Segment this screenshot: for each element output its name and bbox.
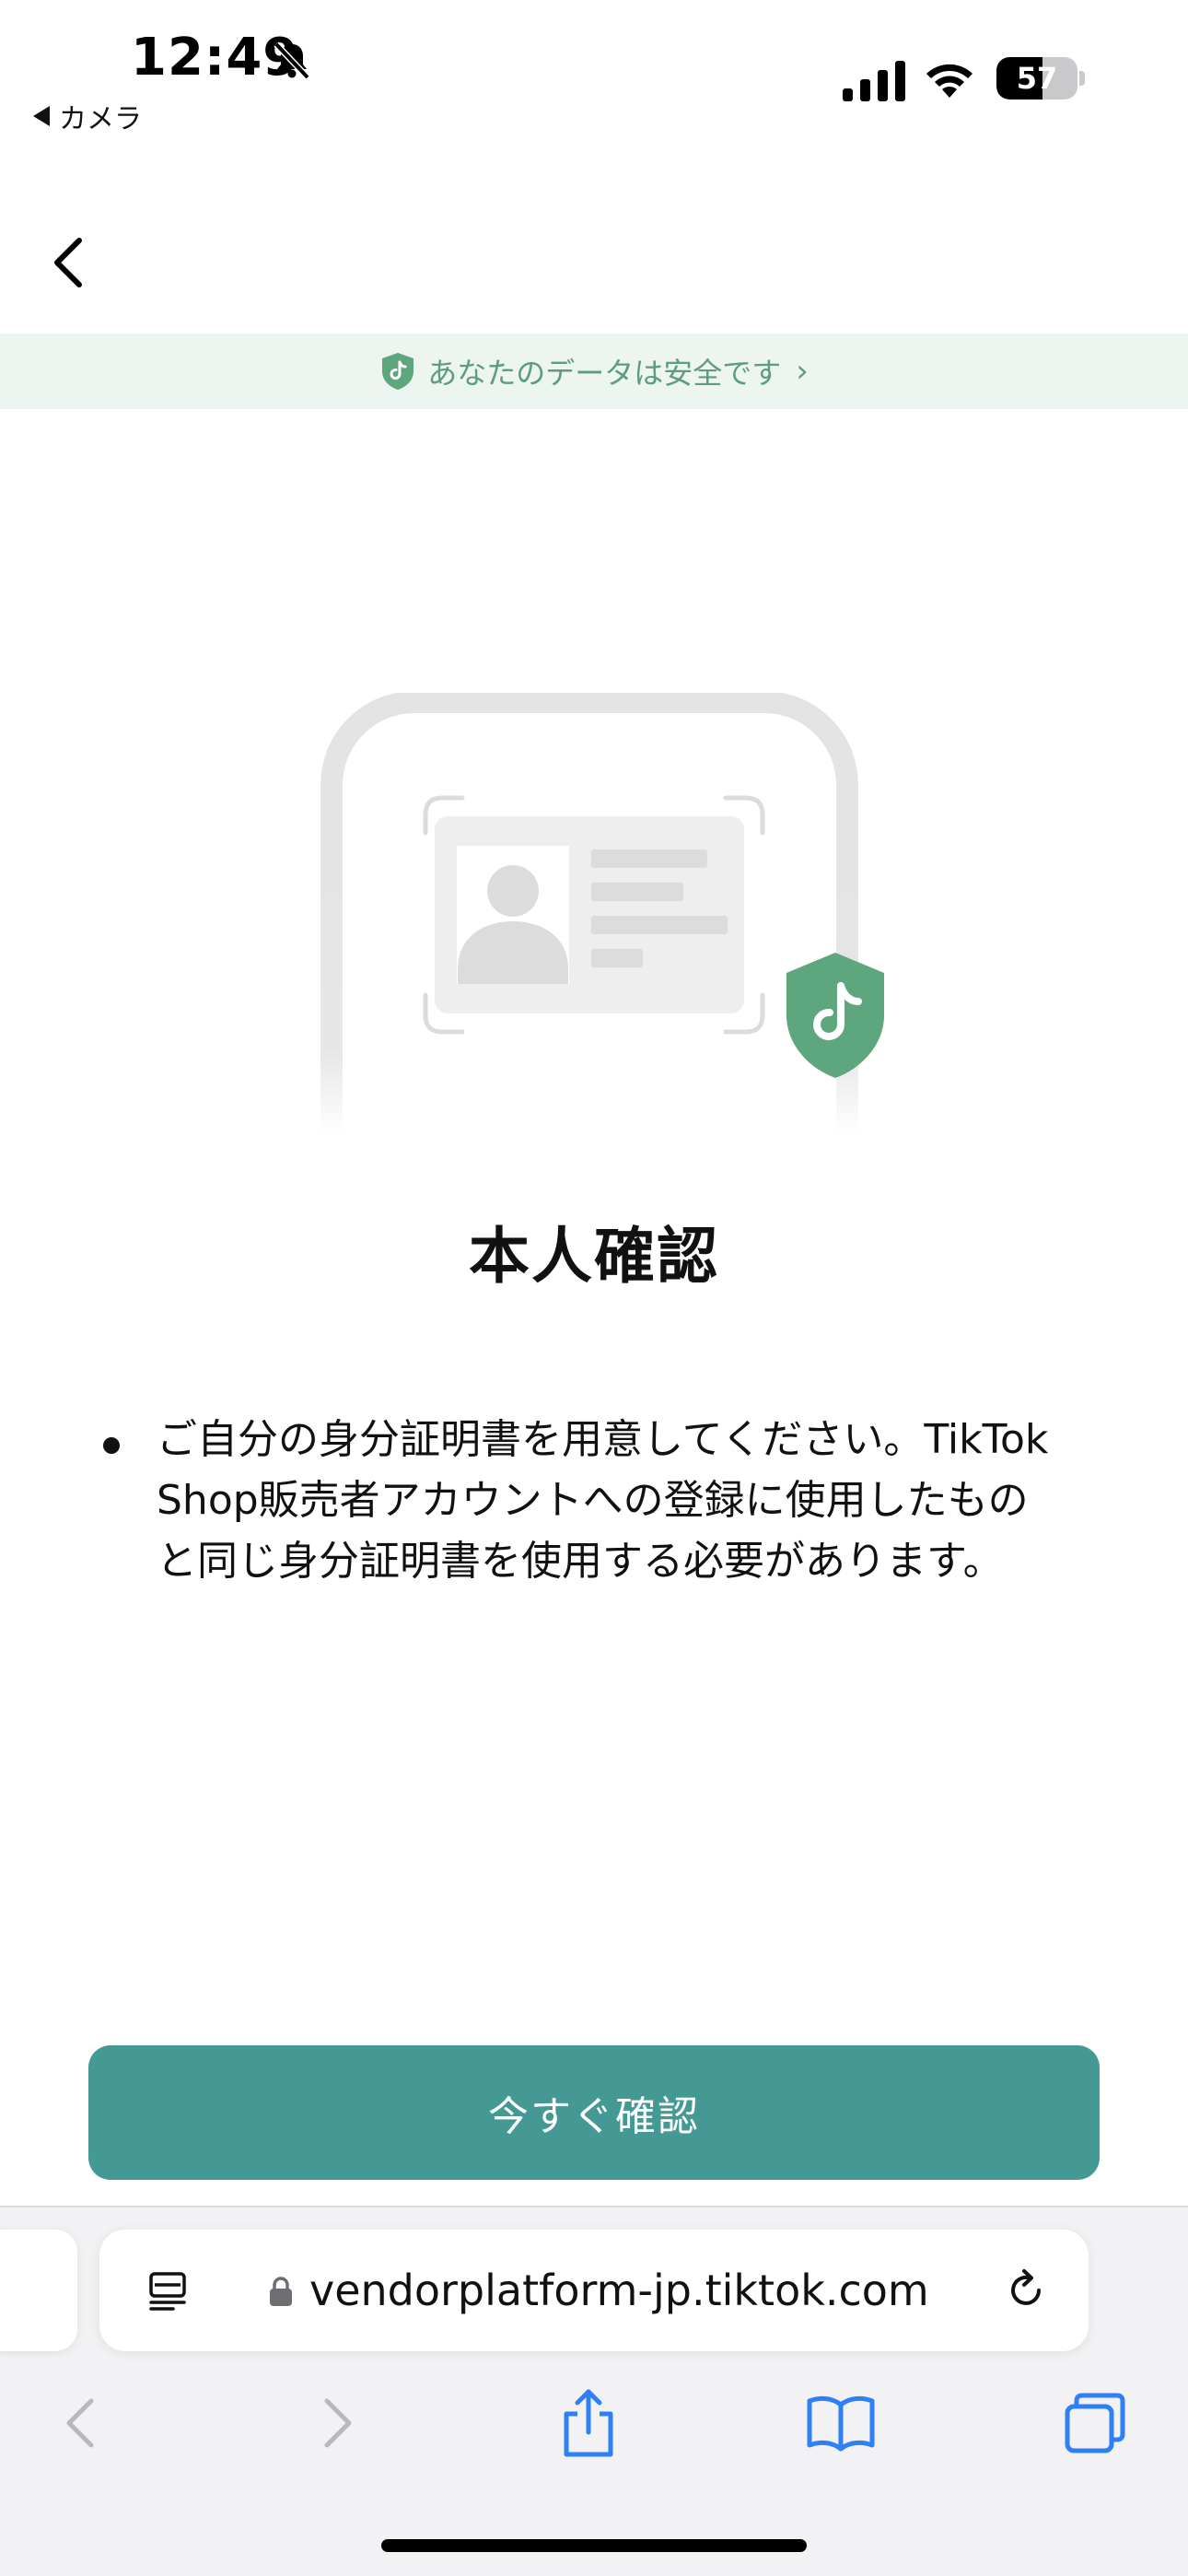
battery-level: 57 [1016,61,1058,96]
reader-icon[interactable] [147,2270,188,2311]
signal-icon [843,61,905,101]
bell-off-icon [274,41,310,80]
browser-toolbar [0,2377,1188,2469]
tabs-button[interactable] [1054,2377,1136,2469]
back-button[interactable] [41,228,96,297]
banner-chevron-icon: › [796,353,809,390]
share-button[interactable] [547,2377,630,2469]
page-title: 本人確認 [469,1221,719,1292]
reload-icon[interactable] [1002,2266,1050,2314]
instruction-text: ご自分の身分証明書を用意してください。TikTok Shop販売者アカウントへの… [157,1416,1049,1585]
share-icon [564,2389,613,2457]
chevron-left-icon [54,238,82,287]
url-text[interactable]: vendorplatform-jp.tiktok.com [309,2263,929,2318]
bookmarks-button[interactable] [799,2377,882,2469]
back-icon [66,2398,94,2448]
back-triangle-icon [33,106,50,126]
tabs-icon [1065,2393,1125,2453]
forward-icon [324,2398,352,2448]
bullet-icon [103,1437,120,1454]
home-indicator[interactable] [381,2539,807,2552]
bookmarks-icon [807,2395,875,2452]
id-verification-illustration [320,693,884,1135]
instruction-list-item: ご自分の身分証明書を用意してください。TikTok Shop販売者アカウントへの… [92,1410,1068,1592]
back-app-label: カメラ [59,103,142,135]
wifi-icon [926,64,973,98]
browser-back-button[interactable] [39,2377,122,2469]
shield-icon [382,353,414,390]
status-bar: 12:49 カメラ 57 [0,0,1188,138]
previous-tab-card[interactable] [0,2230,77,2351]
id-card-icon [435,816,744,1013]
banner-text: あなたのデータは安全です [427,356,782,391]
browser-forward-button[interactable] [297,2377,379,2469]
address-bar[interactable]: vendorplatform-jp.tiktok.com [99,2230,1089,2351]
data-safety-banner[interactable]: あなたのデータは安全です › [0,334,1188,409]
verify-now-button[interactable]: 今すぐ確認 [88,2045,1100,2180]
back-to-app-link[interactable]: カメラ [33,96,142,136]
lock-icon [270,2277,292,2306]
tiktok-shield-icon [786,953,884,1078]
battery-icon: 57 [996,57,1085,100]
